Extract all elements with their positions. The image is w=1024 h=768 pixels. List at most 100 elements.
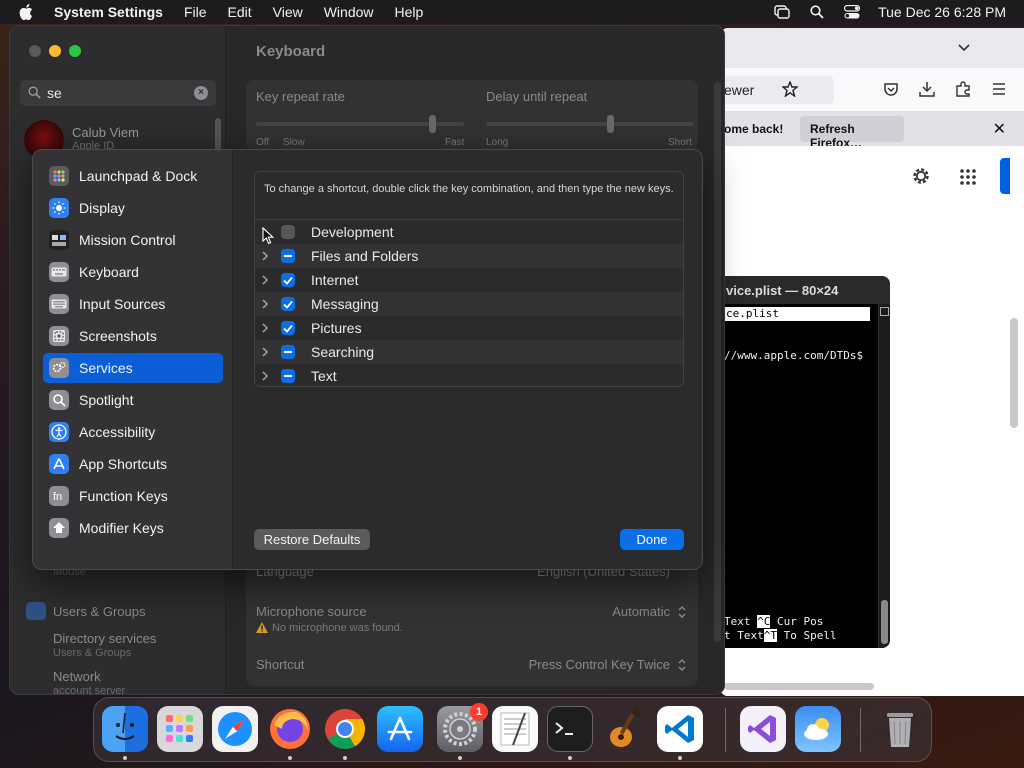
downloads-icon[interactable] bbox=[918, 80, 936, 98]
keyboard-shortcuts-sheet: Launchpad & Dock Display Mission Control… bbox=[32, 149, 703, 570]
service-checkbox-mixed[interactable] bbox=[281, 345, 295, 359]
apps-grid-icon[interactable] bbox=[960, 169, 976, 185]
restore-defaults-button[interactable]: Restore Defaults bbox=[254, 529, 370, 550]
extensions-icon[interactable] bbox=[954, 80, 972, 98]
hamburger-menu-icon[interactable] bbox=[990, 80, 1008, 98]
spotlight-search-icon[interactable] bbox=[808, 4, 826, 20]
menu-view[interactable]: View bbox=[273, 4, 303, 20]
service-checkbox-mixed[interactable] bbox=[281, 369, 295, 383]
dock-safari-icon[interactable] bbox=[212, 706, 258, 752]
dock-app-store-icon[interactable] bbox=[377, 706, 423, 752]
terminal-scrollbar[interactable] bbox=[878, 304, 890, 648]
sign-in-button[interactable] bbox=[1000, 158, 1010, 194]
sidebar-scrollbar[interactable] bbox=[215, 118, 221, 152]
dock-visual-studio-icon[interactable] bbox=[740, 706, 786, 752]
running-indicator bbox=[123, 756, 127, 760]
service-checkbox-checked[interactable] bbox=[281, 297, 295, 311]
list-item[interactable]: Messaging bbox=[255, 292, 683, 316]
dock-finder-icon[interactable] bbox=[102, 706, 148, 752]
menu-file[interactable]: File bbox=[184, 4, 207, 20]
disclosure-chevron-icon[interactable] bbox=[261, 274, 269, 286]
list-item[interactable]: Searching bbox=[255, 340, 683, 364]
category-screenshots[interactable]: Screenshots bbox=[43, 321, 223, 351]
list-item[interactable]: Internet bbox=[255, 268, 683, 292]
terminal-scroll-thumb[interactable] bbox=[881, 600, 888, 644]
screen-mirroring-icon[interactable] bbox=[773, 4, 791, 20]
category-spotlight[interactable]: Spotlight bbox=[43, 385, 223, 415]
window-zoom-button[interactable] bbox=[69, 45, 81, 57]
main-scrollbar[interactable] bbox=[714, 82, 721, 642]
service-checkbox-checked[interactable] bbox=[281, 321, 295, 335]
user-name: Calub Viem bbox=[72, 125, 139, 140]
dock-trash-icon[interactable] bbox=[877, 706, 923, 752]
category-launchpad-dock[interactable]: Launchpad & Dock bbox=[43, 161, 223, 191]
category-modifier-keys[interactable]: Modifier Keys bbox=[43, 513, 223, 543]
category-display[interactable]: Display bbox=[43, 193, 223, 223]
running-indicator bbox=[343, 756, 347, 760]
terminal-scroll-button[interactable] bbox=[880, 307, 889, 316]
close-icon[interactable]: ✕ bbox=[993, 119, 1006, 139]
menu-clock[interactable]: Tue Dec 26 6:28 PM bbox=[878, 4, 1006, 20]
settings-search-field[interactable]: se × bbox=[20, 80, 216, 106]
search-result-network[interactable]: Network bbox=[53, 669, 101, 684]
category-services[interactable]: Services bbox=[43, 353, 223, 383]
disclosure-chevron-icon[interactable] bbox=[261, 346, 269, 358]
sidebar-item-users-groups[interactable]: Users & Groups bbox=[53, 604, 145, 619]
category-input-sources[interactable]: Input Sources bbox=[43, 289, 223, 319]
service-group-name: Text bbox=[311, 368, 337, 384]
pocket-icon[interactable] bbox=[882, 80, 900, 98]
refresh-firefox-button[interactable]: Refresh Firefox… bbox=[800, 116, 904, 150]
firefox-url-bar[interactable]: ewer bbox=[720, 76, 834, 104]
delay-repeat-slider-knob[interactable] bbox=[607, 115, 614, 133]
terminal-key: ^C bbox=[757, 615, 771, 628]
category-app-shortcuts[interactable]: App Shortcuts bbox=[43, 449, 223, 479]
clear-search-icon[interactable]: × bbox=[194, 86, 208, 100]
tab-list-chevron-icon[interactable] bbox=[958, 41, 970, 53]
help-text: To change a shortcut, double click the k… bbox=[264, 183, 674, 195]
service-checkbox-mixed[interactable] bbox=[281, 249, 295, 263]
delay-repeat-slider[interactable] bbox=[486, 122, 694, 126]
menu-app-name[interactable]: System Settings bbox=[54, 4, 163, 20]
list-item[interactable]: Development bbox=[255, 220, 683, 244]
menu-edit[interactable]: Edit bbox=[228, 4, 252, 20]
category-keyboard[interactable]: Keyboard bbox=[43, 257, 223, 287]
disclosure-chevron-icon[interactable] bbox=[261, 250, 269, 262]
list-item[interactable]: Text bbox=[255, 364, 683, 386]
category-mission-control[interactable]: Mission Control bbox=[43, 225, 223, 255]
gear-icon[interactable] bbox=[910, 165, 932, 187]
firefox-scrollbar[interactable] bbox=[1010, 318, 1018, 428]
microphone-popup[interactable]: Automatic bbox=[612, 604, 670, 619]
list-item[interactable]: Files and Folders bbox=[255, 244, 683, 268]
dock-launchpad-icon[interactable] bbox=[157, 706, 203, 752]
disclosure-chevron-icon[interactable] bbox=[261, 298, 269, 310]
apple-menu-icon[interactable] bbox=[19, 4, 33, 20]
window-minimize-button[interactable] bbox=[49, 45, 61, 57]
dock-weather-icon[interactable] bbox=[795, 706, 841, 752]
bookmark-star-icon[interactable] bbox=[782, 81, 798, 97]
category-accessibility[interactable]: Accessibility bbox=[43, 417, 223, 447]
list-item[interactable]: Pictures bbox=[255, 316, 683, 340]
search-result-directory-services[interactable]: Directory services bbox=[53, 631, 156, 646]
dock-vscode-icon[interactable] bbox=[657, 706, 703, 752]
service-checkbox[interactable] bbox=[281, 225, 295, 239]
dock-textedit-icon[interactable] bbox=[492, 706, 538, 752]
disclosure-chevron-icon[interactable] bbox=[261, 370, 269, 382]
control-center-icon[interactable] bbox=[843, 4, 861, 20]
mouse-pointer-icon bbox=[262, 227, 274, 245]
dock-chrome-icon[interactable] bbox=[322, 706, 368, 752]
dock-terminal-icon[interactable] bbox=[547, 706, 593, 752]
done-button[interactable]: Done bbox=[620, 529, 684, 550]
category-label: Services bbox=[79, 360, 133, 376]
service-checkbox-checked[interactable] bbox=[281, 273, 295, 287]
category-function-keys[interactable]: fn Function Keys bbox=[43, 481, 223, 511]
disclosure-chevron-icon[interactable] bbox=[261, 322, 269, 334]
menu-window[interactable]: Window bbox=[324, 4, 374, 20]
dock-firefox-icon[interactable] bbox=[267, 706, 313, 752]
firefox-hscrollbar[interactable] bbox=[724, 683, 874, 690]
key-repeat-slider-knob[interactable] bbox=[429, 115, 436, 133]
users-groups-icon bbox=[26, 602, 46, 620]
dock-garageband-icon[interactable] bbox=[602, 706, 648, 752]
menu-help[interactable]: Help bbox=[395, 4, 424, 20]
window-close-button[interactable] bbox=[29, 45, 41, 57]
shortcut-popup[interactable]: Press Control Key Twice bbox=[529, 657, 670, 672]
